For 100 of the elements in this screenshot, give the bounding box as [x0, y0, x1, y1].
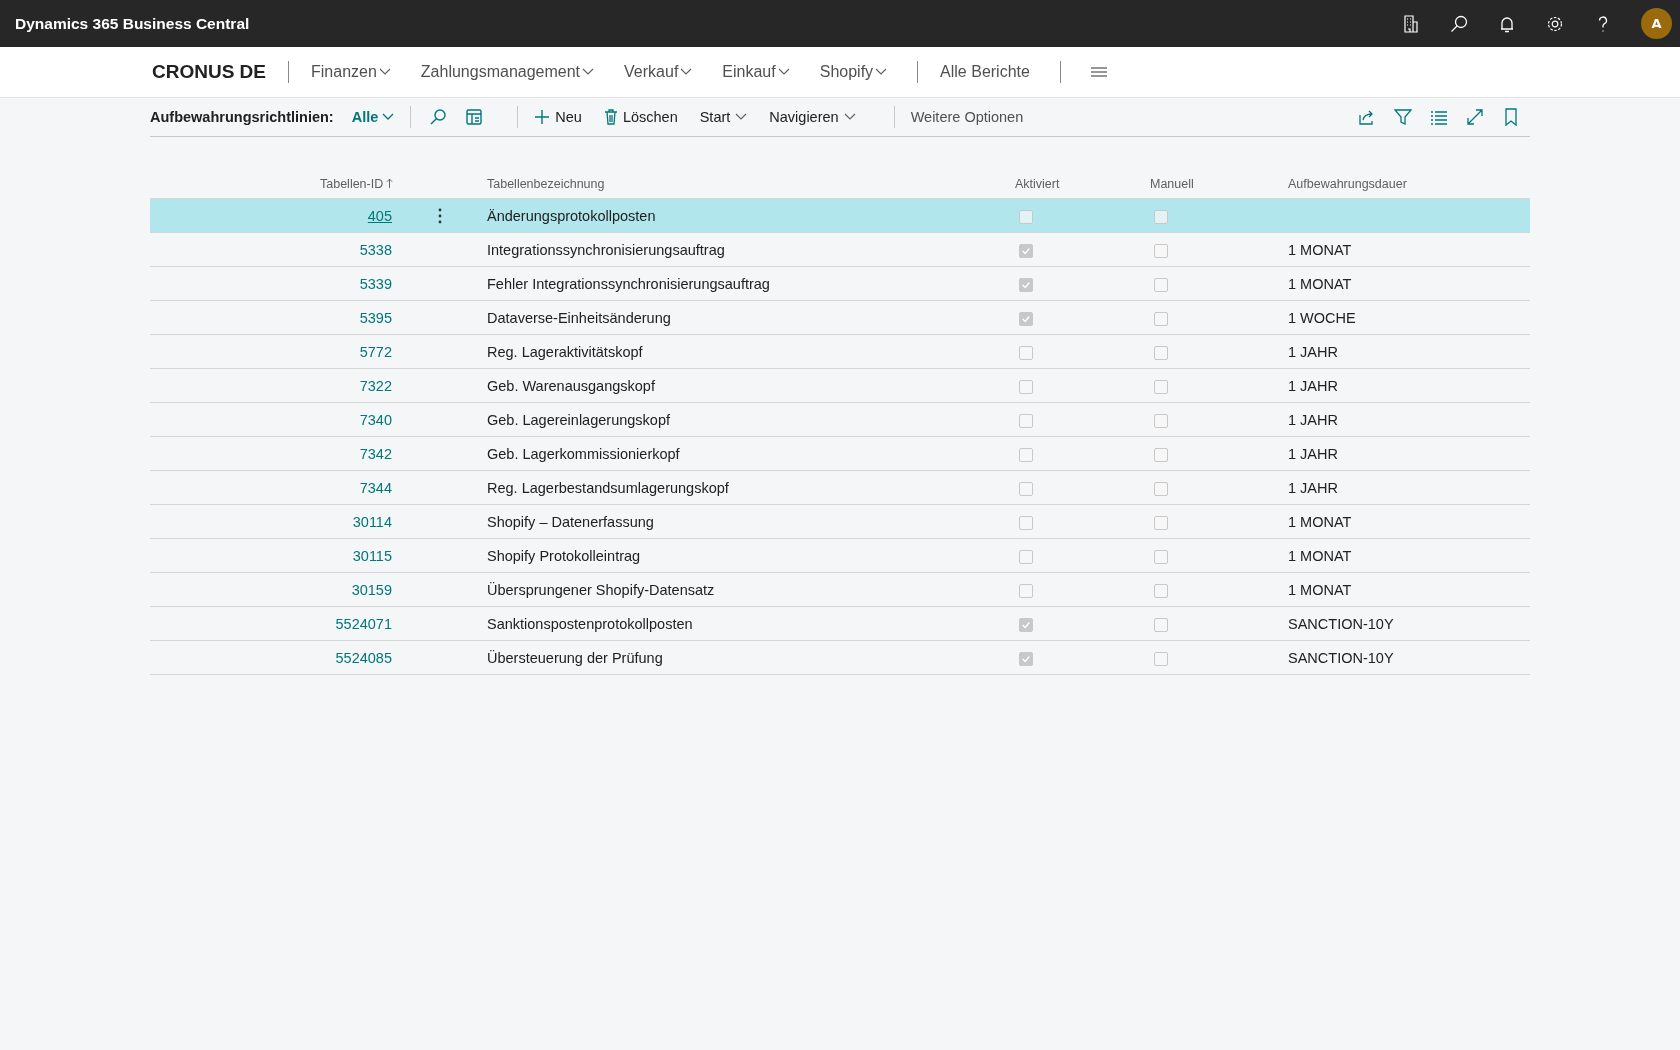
table-id-link[interactable]: 7340 — [359, 411, 392, 428]
manual-checkbox[interactable] — [1154, 651, 1168, 666]
table-id-link[interactable]: 30114 — [352, 513, 392, 530]
user-avatar[interactable]: A — [1641, 8, 1672, 39]
table-row[interactable]: 30159 Übersprungener Shopify-Datensatz 1 MONAT — [150, 573, 1530, 607]
table-cell: SANCTION-10Y — [1288, 615, 1394, 632]
table-row[interactable]: 7322 Geb. Warenausgangskopf 1 JAHR — [150, 369, 1530, 403]
column-header[interactable]: Manuell — [1150, 176, 1194, 191]
table-cell: Sanktionspostenprotokollposten — [487, 615, 693, 632]
enabled-checkbox[interactable] — [1019, 345, 1033, 360]
action-menu[interactable]: Start — [699, 109, 748, 125]
table-row[interactable]: 5524071 Sanktionspostenprotokollposten SANCTION-10Y — [150, 607, 1530, 641]
manual-checkbox[interactable] — [1154, 549, 1168, 564]
table-id-link[interactable]: 7342 — [359, 445, 392, 462]
table-id-link[interactable]: 5772 — [359, 343, 392, 360]
manual-checkbox[interactable] — [1154, 345, 1168, 360]
table-id-link[interactable]: 30115 — [352, 547, 392, 564]
table-row[interactable]: 7342 Geb. Lagerkommissionierkopf 1 JAHR — [150, 437, 1530, 471]
enabled-checkbox[interactable] — [1019, 583, 1033, 598]
table-cell: 1 JAHR — [1288, 411, 1338, 428]
enabled-checkbox[interactable] — [1019, 447, 1033, 462]
table-row[interactable]: 5772 Reg. Lageraktivitätskopf 1 JAHR — [150, 335, 1530, 369]
table-row[interactable]: 30115 Shopify Protokolleintrag 1 MONAT — [150, 539, 1530, 573]
expand-icon[interactable] — [1466, 108, 1484, 126]
filter-icon[interactable] — [1394, 108, 1412, 126]
trash-icon — [603, 109, 618, 125]
manual-checkbox[interactable] — [1154, 413, 1168, 428]
enabled-checkbox[interactable] — [1019, 481, 1033, 496]
search-icon[interactable] — [1449, 13, 1469, 34]
table-id-link[interactable]: 30159 — [351, 581, 392, 598]
table-id-link[interactable]: 5339 — [359, 275, 392, 292]
column-header[interactable]: Tabellenbezeichnung — [487, 176, 605, 191]
enabled-checkbox[interactable] — [1019, 515, 1033, 530]
manual-checkbox[interactable] — [1154, 277, 1168, 292]
layout-icon[interactable] — [465, 108, 484, 126]
chevron-down-icon — [680, 68, 693, 76]
building-icon[interactable] — [1401, 13, 1421, 34]
new-button[interactable]: Neu — [534, 109, 582, 125]
table-row[interactable]: 5338 Integrationssynchronisierungsauftrag 1 MONAT — [150, 233, 1530, 267]
table-cell: Übersteuerung der Prüfung — [487, 649, 663, 666]
enabled-checkbox[interactable] — [1019, 379, 1033, 394]
table-id-link[interactable]: 5395 — [359, 309, 392, 326]
table-row[interactable]: 5524085 Übersteuerung der Prüfung SANCTION-10Y — [150, 641, 1530, 675]
table-id-link[interactable]: 405 — [367, 207, 392, 224]
column-header[interactable]: Tabellen-ID — [320, 176, 394, 191]
action-menu[interactable]: Navigieren — [769, 109, 856, 125]
enabled-checkbox[interactable] — [1019, 549, 1033, 564]
menu-icon[interactable] — [1090, 66, 1107, 78]
table-id-link[interactable]: 7344 — [359, 479, 392, 496]
table-row[interactable]: 7344 Reg. Lagerbestandsumlagerungskopf 1 JAHR — [150, 471, 1530, 505]
table-id-link[interactable]: 5524085 — [335, 649, 392, 666]
manual-checkbox[interactable] — [1154, 311, 1168, 326]
more-icon[interactable] — [437, 207, 442, 224]
bookmark-icon[interactable] — [1502, 108, 1520, 126]
manual-checkbox[interactable] — [1154, 447, 1168, 462]
table-row[interactable]: 7340 Geb. Lagereinlagerungskopf 1 JAHR — [150, 403, 1530, 437]
view-dropdown[interactable]: Alle — [351, 109, 395, 125]
manual-checkbox[interactable] — [1154, 379, 1168, 394]
manual-checkbox[interactable] — [1154, 243, 1168, 258]
chevron-down-icon — [382, 113, 395, 121]
nav-menu[interactable]: Shopify — [819, 63, 888, 81]
table-row[interactable]: 30114 Shopify – Datenerfassung 1 MONAT — [150, 505, 1530, 539]
company-name[interactable]: CRONUS DE — [152, 61, 266, 83]
table-cell: 1 MONAT — [1288, 581, 1352, 598]
table-cell: Geb. Lagerkommissionierkopf — [487, 445, 680, 462]
table-cell: 1 MONAT — [1288, 275, 1352, 292]
chevron-down-icon — [843, 113, 856, 121]
table-id-link[interactable]: 5524071 — [335, 615, 392, 632]
nav-menu[interactable]: Zahlungsmanagement — [420, 63, 595, 81]
table-cell: Shopify Protokolleintrag — [487, 547, 641, 564]
table-row[interactable]: 5339 Fehler Integrationssynchronisierungsauftrag 1 MONAT — [150, 267, 1530, 301]
table-row[interactable]: 405 Änderungsprotokollposten — [150, 199, 1530, 233]
enabled-checkbox[interactable] — [1019, 209, 1033, 224]
manual-checkbox[interactable] — [1154, 515, 1168, 530]
enabled-checkbox[interactable] — [1019, 243, 1033, 258]
manual-checkbox[interactable] — [1154, 209, 1168, 224]
manual-checkbox[interactable] — [1154, 481, 1168, 496]
column-header[interactable]: Aufbewahrungsdauer — [1288, 176, 1407, 191]
table-id-link[interactable]: 5338 — [359, 241, 392, 258]
reports-link[interactable]: Alle Berichte — [940, 63, 1030, 81]
delete-button[interactable]: Löschen — [603, 109, 678, 125]
enabled-checkbox[interactable] — [1019, 617, 1033, 632]
checkmark-icon — [1021, 653, 1031, 664]
enabled-checkbox[interactable] — [1019, 311, 1033, 326]
list-icon[interactable] — [1430, 108, 1448, 126]
more-options-button[interactable]: Weitere Optionen — [910, 109, 1024, 125]
nav-menu[interactable]: Finanzen — [311, 63, 391, 81]
nav-menu[interactable]: Verkauf — [624, 63, 693, 81]
table-row[interactable]: 5395 Dataverse-Einheitsänderung 1 WOCHE — [150, 301, 1530, 335]
column-header[interactable]: Aktiviert — [1015, 176, 1060, 191]
table-id-link[interactable]: 7322 — [359, 377, 392, 394]
enabled-checkbox[interactable] — [1019, 277, 1033, 292]
enabled-checkbox[interactable] — [1019, 413, 1033, 428]
share-icon[interactable] — [1358, 108, 1376, 126]
enabled-checkbox[interactable] — [1019, 651, 1033, 666]
table-cell: Dataverse-Einheitsänderung — [487, 309, 671, 326]
nav-menu[interactable]: Einkauf — [722, 63, 790, 81]
table-cell: 1 JAHR — [1288, 343, 1338, 360]
manual-checkbox[interactable] — [1154, 617, 1168, 632]
manual-checkbox[interactable] — [1154, 583, 1168, 598]
